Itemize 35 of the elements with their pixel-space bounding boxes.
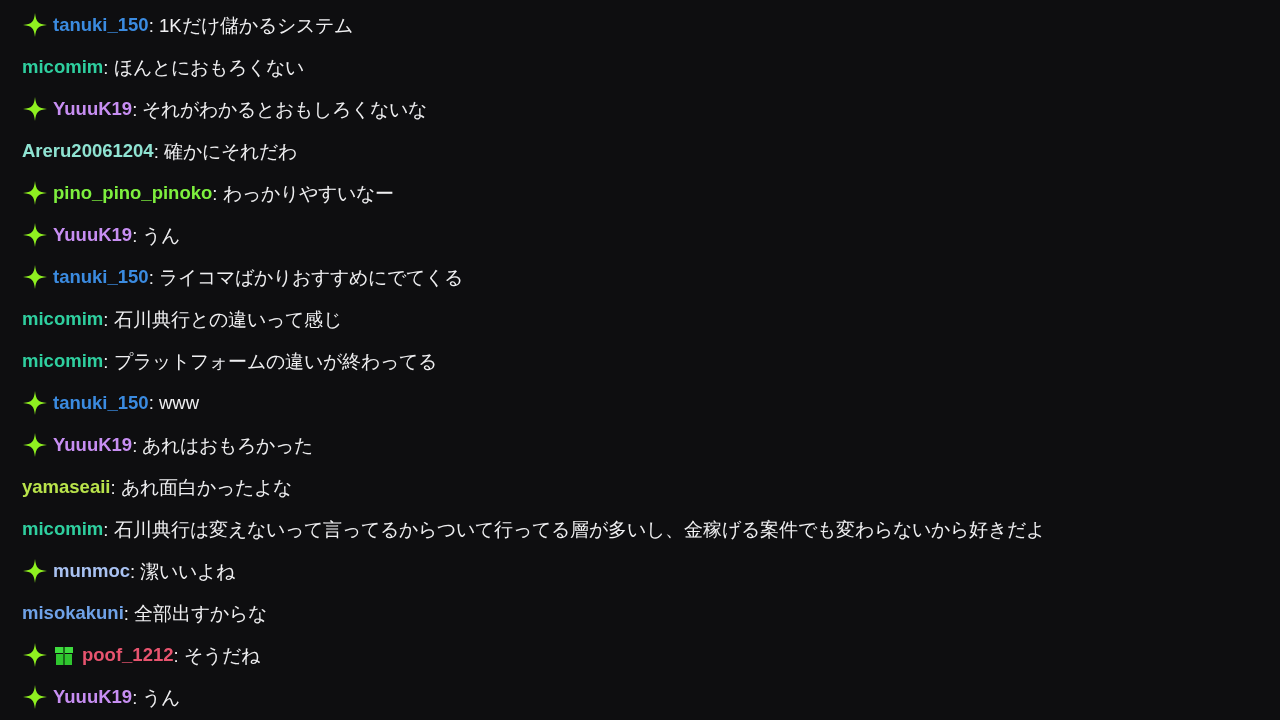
username[interactable]: YuuuK19 bbox=[53, 434, 133, 456]
message-text: : ライコマばかりおすすめにでてくる bbox=[148, 265, 463, 290]
username[interactable]: yamaseaii bbox=[22, 476, 111, 498]
username[interactable]: micomim bbox=[22, 308, 104, 330]
username[interactable]: munmoc bbox=[53, 560, 131, 582]
message-text: : 確かにそれだわ bbox=[153, 139, 297, 164]
message-text: : www bbox=[148, 392, 199, 414]
username[interactable]: micomim bbox=[22, 518, 104, 540]
message-text: : プラットフォームの違いが終わってる bbox=[103, 349, 437, 374]
username[interactable]: YuuuK19 bbox=[53, 224, 133, 246]
message-text: : それがわかるとおもしろくないな bbox=[132, 97, 428, 122]
username[interactable]: poof_1212 bbox=[82, 644, 174, 666]
message-text: : 石川典行は変えないって言ってるからついて行ってる層が多いし、金稼げる案件でも変わらないから好きだよ bbox=[103, 517, 1045, 542]
message-text: : そうだね bbox=[173, 643, 260, 668]
username[interactable]: YuuuK19 bbox=[53, 98, 133, 120]
message-text: : 全部出すからな bbox=[123, 601, 268, 626]
username[interactable]: misokakuni bbox=[22, 602, 124, 624]
message-text: : あれ面白かったよな bbox=[110, 475, 292, 500]
message-text: : 潔いいよね bbox=[130, 559, 236, 584]
message-text: : 1Kだけ儲かるシステム bbox=[148, 13, 353, 38]
username[interactable]: YuuuK19 bbox=[53, 686, 133, 708]
username[interactable]: tanuki_150 bbox=[53, 14, 149, 36]
username[interactable]: tanuki_150 bbox=[53, 266, 149, 288]
username[interactable]: micomim bbox=[22, 350, 104, 372]
username[interactable]: pino_pino_pinoko bbox=[53, 182, 213, 204]
message-text: : 石川典行との違いって感じ bbox=[103, 307, 342, 332]
message-text: : わっかりやすいなー bbox=[212, 181, 394, 206]
message-text: : うん bbox=[132, 685, 181, 710]
message-text: : ほんとにおもろくない bbox=[103, 55, 304, 80]
message-text: : うん bbox=[132, 223, 181, 248]
message-text: : あれはおもろかった bbox=[132, 433, 314, 458]
username[interactable]: tanuki_150 bbox=[53, 392, 149, 414]
username[interactable]: Areru20061204 bbox=[22, 140, 154, 162]
username[interactable]: micomim bbox=[22, 56, 104, 78]
gift-badge-icon bbox=[53, 644, 75, 666]
